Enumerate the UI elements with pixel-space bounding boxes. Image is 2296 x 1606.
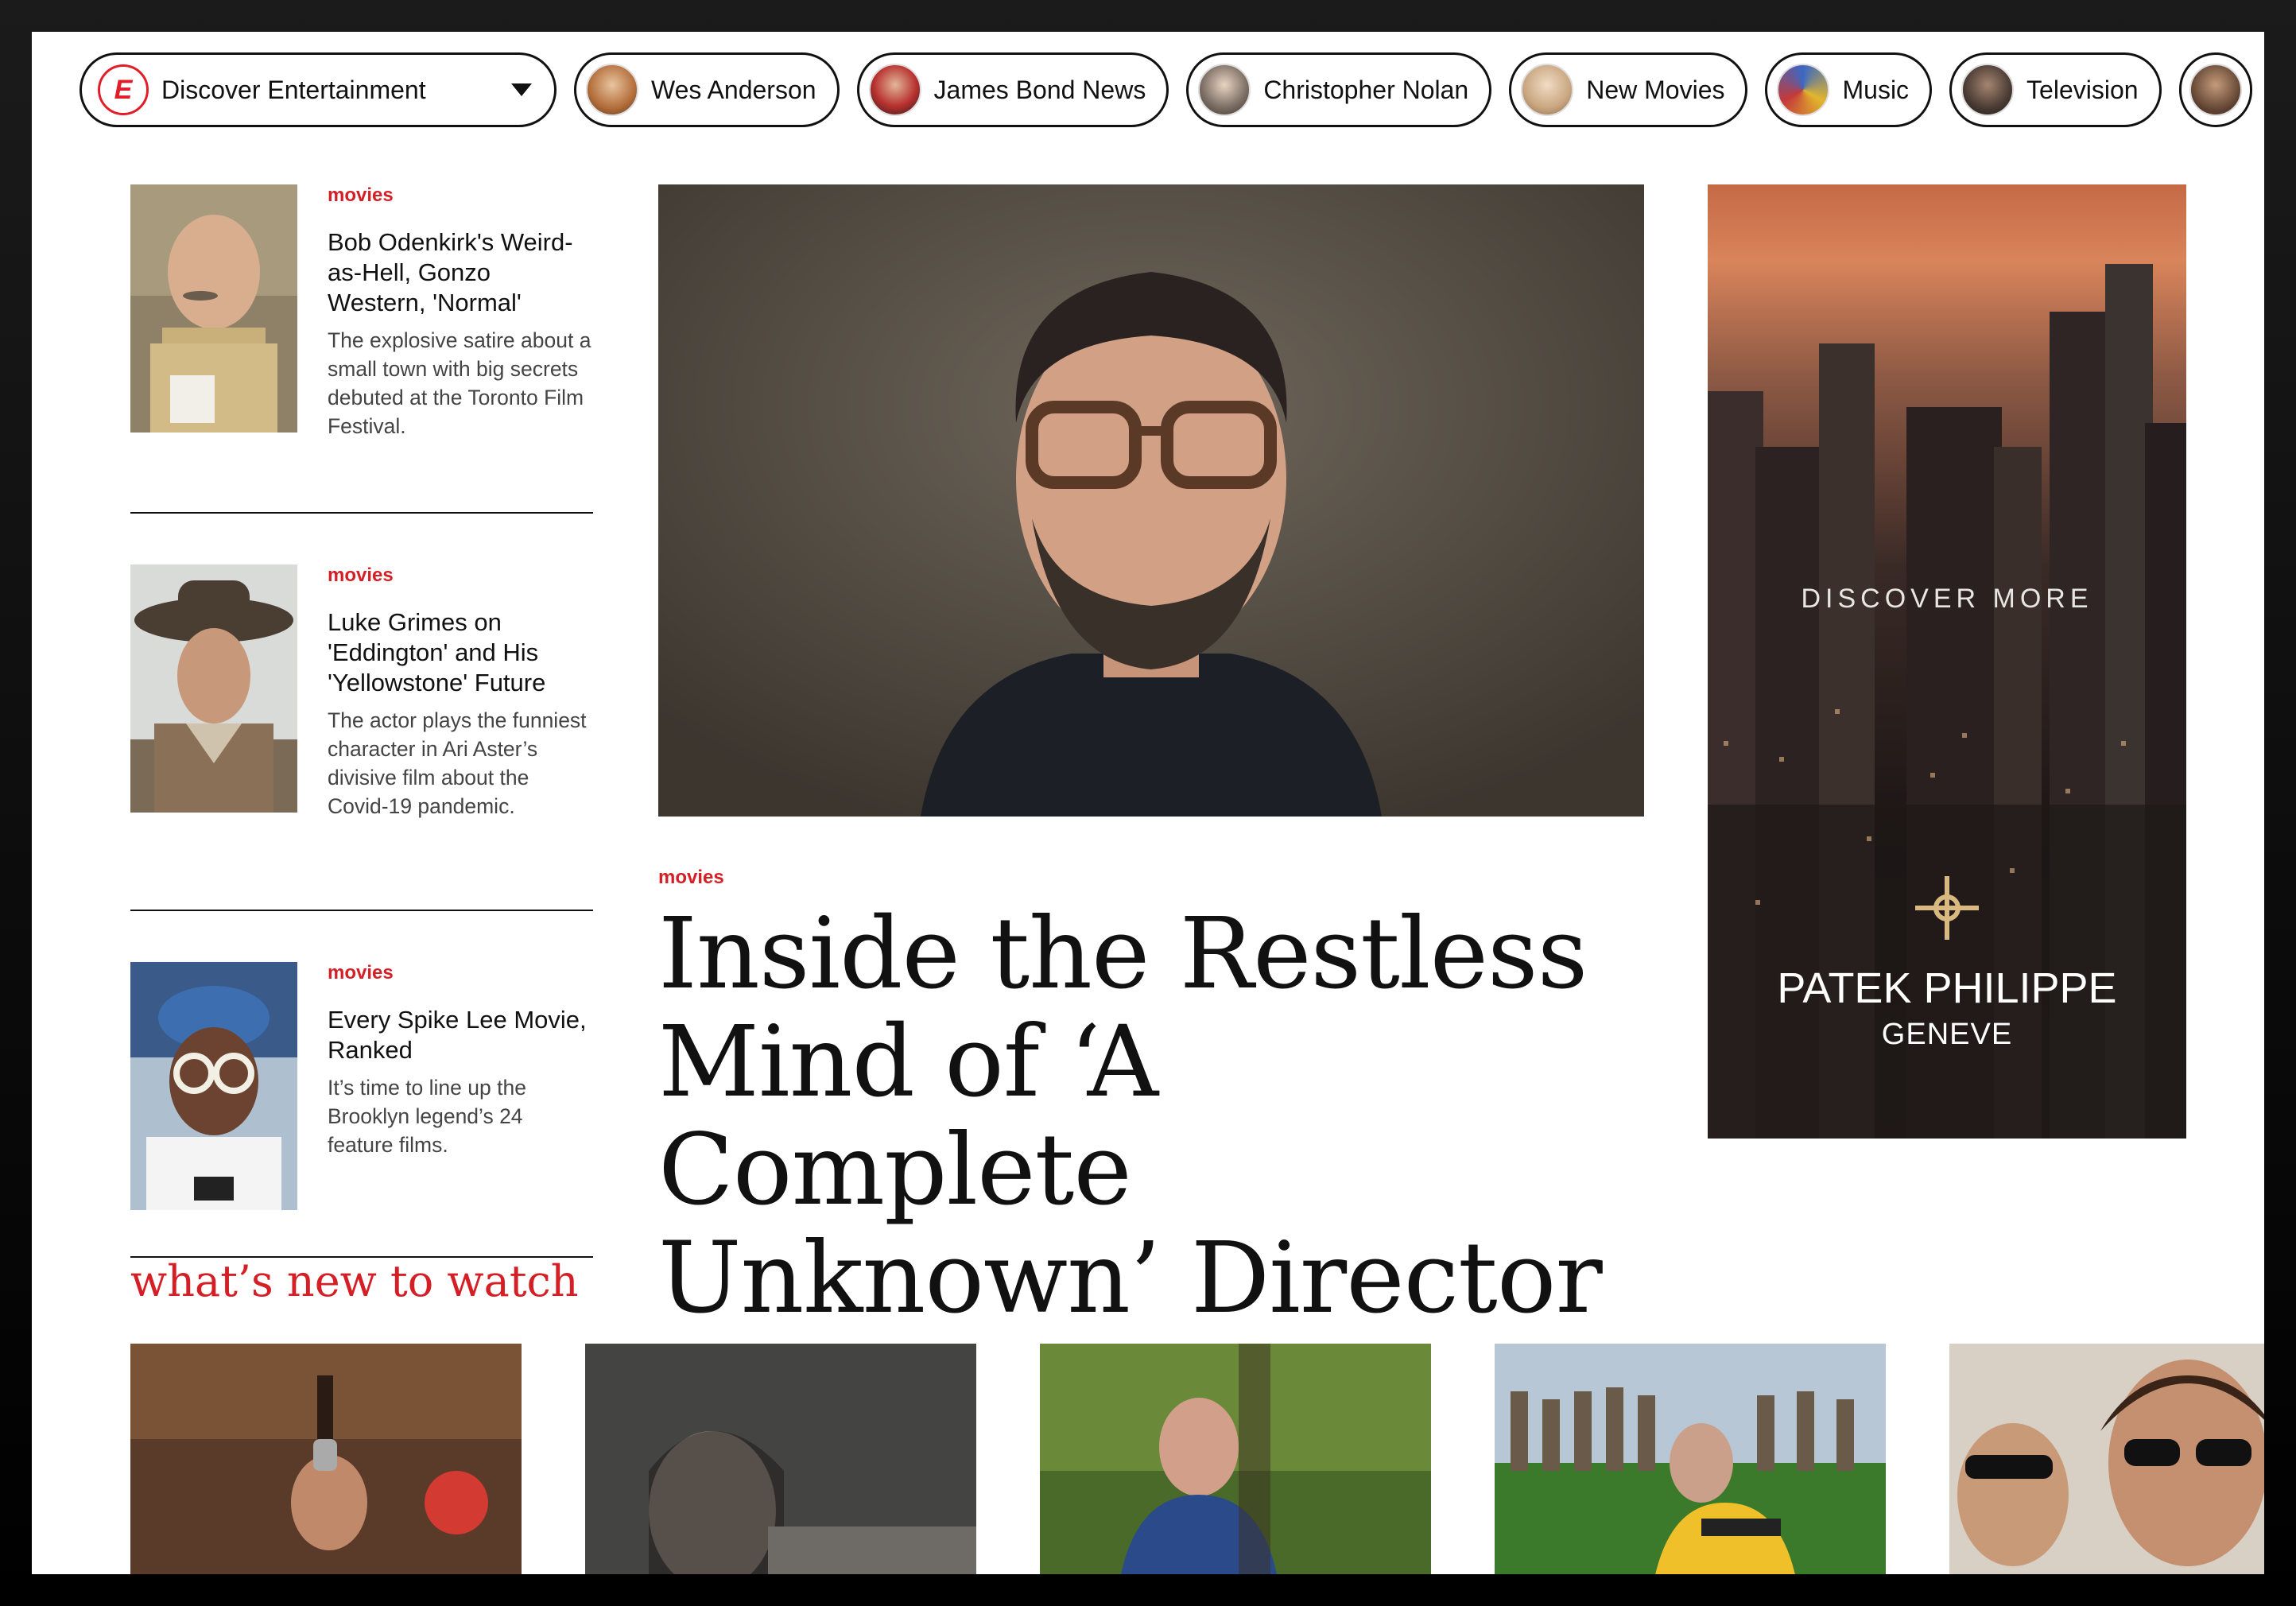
avatar (1521, 64, 1574, 116)
featured-headline[interactable]: Inside the Restless Mind of ‘A Complete … (658, 900, 1644, 1333)
featured-category[interactable]: movies (658, 867, 1644, 889)
story-description: The explosive satire about a small town … (328, 328, 591, 438)
chip-christopher-nolan[interactable]: Christopher Nolan (1186, 52, 1492, 127)
chip-music[interactable]: Music (1765, 52, 1933, 127)
ad-brand: PATEK PHILIPPE (1777, 964, 2117, 1012)
chevron-down-icon (511, 83, 532, 96)
story-description: It’s time to line up the Brooklyn legend… (328, 1076, 526, 1157)
ad-cta[interactable]: DISCOVER MORE (1708, 584, 2186, 615)
discover-entertainment-dropdown[interactable]: E Discover Entertainment (80, 52, 557, 127)
avatar (586, 64, 638, 116)
watch-card[interactable] (1495, 1344, 1886, 1574)
story-card[interactable]: movies Bob Odenkirk's Weird-as-Hell, Gon… (130, 184, 593, 514)
story-thumbnail[interactable] (130, 962, 297, 1210)
avatar (1961, 64, 2015, 116)
story-title[interactable]: Luke Grimes on 'Eddington' and His 'Yell… (328, 607, 593, 698)
topic-chip-bar: E Discover Entertainment Wes Anderson Ja… (80, 51, 2264, 129)
watch-carousel (130, 1344, 2264, 1574)
dropdown-label: Discover Entertainment (161, 75, 426, 104)
chip-label: Wes Anderson (651, 75, 816, 104)
chip-label: James Bond News (933, 75, 1146, 104)
watch-card[interactable] (1949, 1344, 2264, 1574)
advertisement[interactable]: DISCOVER MORE PATEK PHILIPPE GENEVE (1708, 184, 2186, 1139)
story-card[interactable]: movies Luke Grimes on 'Eddington' and Hi… (130, 564, 593, 911)
chip-label: Television (2026, 75, 2139, 104)
story-title[interactable]: Bob Odenkirk's Weird-as-Hell, Gonzo West… (328, 227, 593, 318)
avatar (1777, 64, 1830, 116)
sidebar-story-list: movies Bob Odenkirk's Weird-as-Hell, Gon… (130, 184, 593, 1258)
chip-label: Christopher Nolan (1263, 75, 1469, 104)
featured-image[interactable] (658, 184, 1644, 817)
chip-james-bond-news[interactable]: James Bond News (856, 52, 1169, 127)
chip-wes-anderson[interactable]: Wes Anderson (574, 52, 840, 127)
story-category[interactable]: movies (328, 962, 593, 984)
watch-card[interactable] (1040, 1344, 1431, 1574)
story-thumbnail[interactable] (130, 564, 297, 813)
section-title[interactable]: what’s new to watch (130, 1256, 579, 1306)
story-card[interactable]: movies Every Spike Lee Movie, Ranked It’… (130, 962, 593, 1258)
chip-label: Music (1842, 75, 1910, 104)
story-description: The actor plays the funniest character i… (328, 708, 587, 818)
story-title[interactable]: Every Spike Lee Movie, Ranked (328, 1005, 593, 1065)
story-category[interactable]: movies (328, 184, 593, 207)
chip-television[interactable]: Television (1949, 52, 2162, 127)
featured-story[interactable]: movies Inside the Restless Mind of ‘A Co… (658, 184, 1644, 1333)
entertainment-logo-icon: E (98, 64, 149, 115)
ad-brand-city: GENEVE (1881, 1018, 2013, 1051)
avatar (2189, 64, 2242, 116)
chip-new-movies[interactable]: New Movies (1509, 52, 1748, 127)
story-thumbnail[interactable] (130, 184, 297, 433)
watch-card[interactable] (585, 1344, 976, 1574)
chip-more-partial[interactable] (2178, 52, 2252, 127)
page: E Discover Entertainment Wes Anderson Ja… (32, 32, 2264, 1574)
story-category[interactable]: movies (328, 564, 593, 587)
chip-label: New Movies (1586, 75, 1725, 104)
avatar (868, 64, 921, 116)
watch-card[interactable] (130, 1344, 522, 1574)
avatar (1198, 64, 1251, 116)
